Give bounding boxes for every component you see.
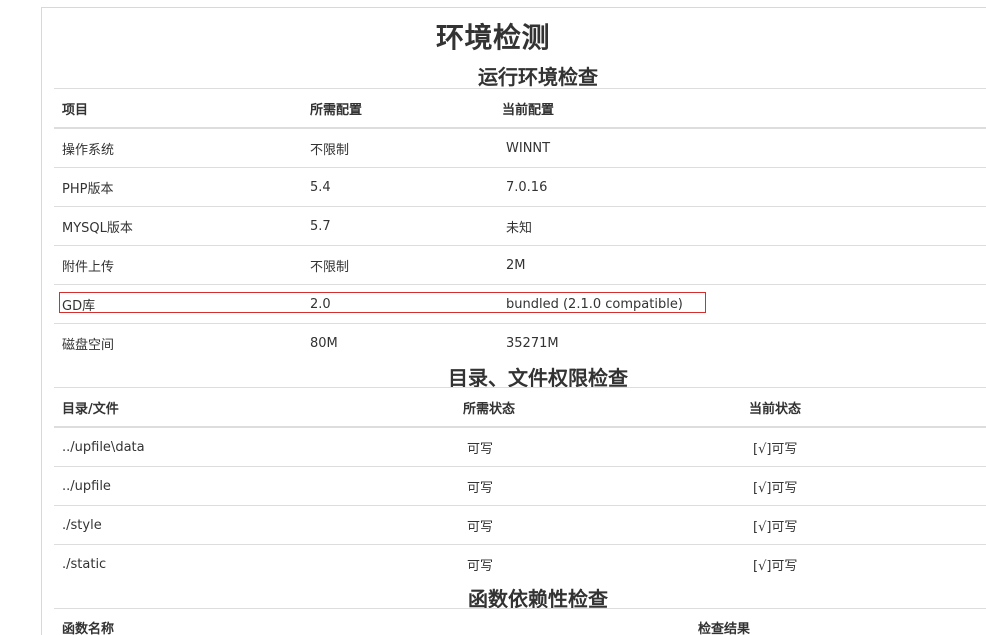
table-header-row: 目录/文件 所需状态 当前状态 bbox=[54, 387, 986, 428]
function-dependency-table: 函数名称 检查结果 bbox=[54, 608, 986, 635]
required-status: 可写 bbox=[455, 505, 741, 545]
column-header: 检查结果 bbox=[690, 608, 986, 635]
table-row: 操作系统 不限制 WINNT bbox=[54, 127, 986, 168]
table-row: ../upfile 可写 [√]可写 bbox=[54, 466, 986, 506]
required-status: 可写 bbox=[455, 426, 741, 467]
item-name: 磁盘空间 bbox=[54, 323, 302, 362]
table-row: PHP版本 5.4 7.0.16 bbox=[54, 167, 986, 207]
current-status: [√]可写 bbox=[741, 466, 986, 506]
column-header: 所需状态 bbox=[455, 387, 741, 428]
path-name: ../upfile\data bbox=[54, 426, 455, 467]
column-header: 当前状态 bbox=[741, 387, 986, 428]
table-header-row: 函数名称 检查结果 bbox=[54, 608, 986, 635]
required-value: 不限制 bbox=[302, 245, 494, 285]
current-value: 未知 bbox=[494, 206, 986, 246]
table-row: ./style 可写 [√]可写 bbox=[54, 505, 986, 545]
item-name: MYSQL版本 bbox=[54, 206, 302, 246]
required-value: 5.7 bbox=[302, 206, 494, 246]
gd-library-highlight-box bbox=[59, 292, 706, 313]
page-title: 环境检测 bbox=[435, 21, 550, 54]
column-header: 所需配置 bbox=[302, 88, 494, 129]
path-name: ../upfile bbox=[54, 466, 455, 506]
required-status: 可写 bbox=[455, 466, 741, 506]
table-row: ./static 可写 [√]可写 bbox=[54, 544, 986, 583]
column-header: 目录/文件 bbox=[54, 387, 455, 428]
current-value: 35271M bbox=[494, 323, 986, 362]
required-status: 可写 bbox=[455, 544, 741, 583]
runtime-table: 项目 所需配置 当前配置 操作系统 不限制 WINNT PHP版本 5.4 7.… bbox=[54, 88, 986, 362]
path-name: ./static bbox=[54, 544, 455, 583]
required-value: 5.4 bbox=[302, 167, 494, 207]
install-environment-check-page: 环境检测 运行环境检查 项目 所需配置 当前配置 操作系统 不限制 WINNT … bbox=[0, 0, 986, 635]
runtime-section-title: 运行环境检查 bbox=[478, 65, 598, 89]
table-row: ../upfile\data 可写 [√]可写 bbox=[54, 426, 986, 467]
item-name: 附件上传 bbox=[54, 245, 302, 285]
column-header: 项目 bbox=[54, 88, 302, 129]
table-header-row: 项目 所需配置 当前配置 bbox=[54, 88, 986, 129]
item-name: PHP版本 bbox=[54, 167, 302, 207]
current-value: WINNT bbox=[494, 127, 986, 168]
current-value: 2M bbox=[494, 245, 986, 285]
current-status: [√]可写 bbox=[741, 544, 986, 583]
required-value: 不限制 bbox=[302, 127, 494, 168]
path-name: ./style bbox=[54, 505, 455, 545]
table-row: MYSQL版本 5.7 未知 bbox=[54, 206, 986, 246]
item-name: 操作系统 bbox=[54, 127, 302, 168]
column-header: 当前配置 bbox=[494, 88, 986, 129]
current-value: 7.0.16 bbox=[494, 167, 986, 207]
column-header: 函数名称 bbox=[54, 608, 690, 635]
current-status: [√]可写 bbox=[741, 505, 986, 545]
required-value: 80M bbox=[302, 323, 494, 362]
table-row: 磁盘空间 80M 35271M bbox=[54, 323, 986, 362]
directory-permissions-table: 目录/文件 所需状态 当前状态 ../upfile\data 可写 [√]可写 … bbox=[54, 387, 986, 583]
table-row: 附件上传 不限制 2M bbox=[54, 245, 986, 285]
current-status: [√]可写 bbox=[741, 426, 986, 467]
